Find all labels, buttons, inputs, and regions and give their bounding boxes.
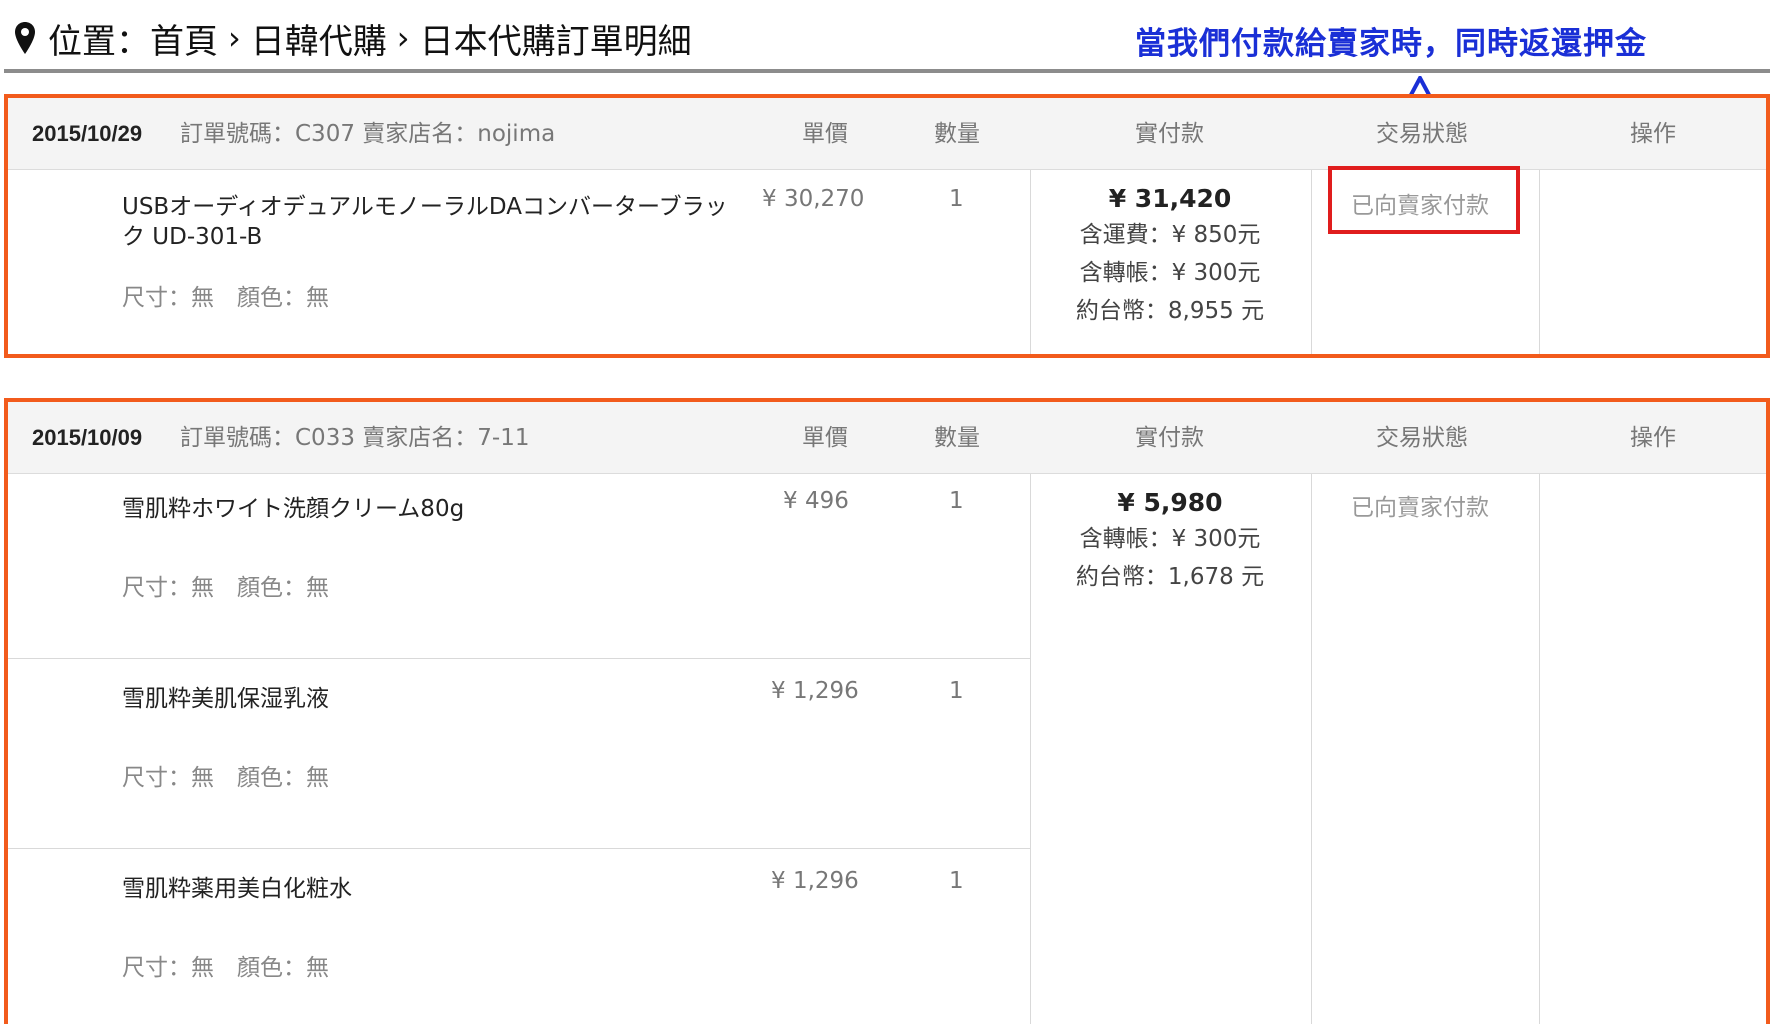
order-header: 2015/10/29 訂單號碼：C307 賣家店名：nojima 單價 數量 實…: [8, 98, 1766, 170]
product-spec: 尺寸：無 顏色：無: [122, 285, 329, 311]
quantity: 1: [949, 868, 964, 894]
payment-line: 含轉帳：¥ 300元: [1079, 526, 1261, 552]
order-meta: 訂單號碼：C033 賣家店名：7-11: [180, 425, 530, 451]
chevron-right-icon: ›: [396, 19, 410, 57]
order-date: 2015/10/29: [32, 121, 143, 146]
status-highlight-box: [1328, 166, 1520, 234]
column-divider: [1539, 474, 1540, 1024]
column-header-price: 單價: [802, 121, 848, 147]
quantity: 1: [949, 186, 964, 212]
row-divider: [8, 658, 1030, 659]
breadcrumb-location-label: 位置：: [48, 21, 150, 62]
order-card: 2015/10/09 訂單號碼：C033 賣家店名：7-11 單價 數量 實付款…: [4, 398, 1770, 1024]
column-header-qty: 數量: [934, 121, 980, 147]
product-spec: 尺寸：無 顏色：無: [122, 575, 329, 601]
product-spec: 尺寸：無 顏色：無: [122, 765, 329, 791]
column-header-price: 單價: [802, 425, 848, 451]
column-header-status: 交易狀態: [1376, 121, 1468, 147]
chevron-right-icon: ›: [228, 19, 241, 57]
unit-price: ¥ 496: [783, 488, 849, 514]
product-name[interactable]: 雪肌粋薬用美白化粧水: [122, 874, 742, 904]
quantity: 1: [949, 488, 964, 514]
product-spec: 尺寸：無 顏色：無: [122, 955, 329, 981]
payment-line: 含運費：¥ 850元: [1079, 222, 1261, 248]
column-header-status: 交易狀態: [1376, 425, 1468, 451]
order-status: 已向賣家付款: [1351, 495, 1489, 521]
unit-price: ¥ 1,296: [771, 868, 859, 894]
column-header-paid: 實付款: [1135, 121, 1204, 147]
breadcrumb-divider: [4, 69, 1770, 73]
column-divider: [1311, 474, 1312, 1024]
order-meta: 訂單號碼：C307 賣家店名：nojima: [180, 121, 556, 147]
product-name[interactable]: 雪肌粋美肌保湿乳液: [122, 684, 742, 714]
payment-summary: ¥ 5,980 含轉帳：¥ 300元 約台幣：1,678 元: [1030, 486, 1310, 596]
column-divider: [1539, 170, 1540, 354]
order-header: 2015/10/09 訂單號碼：C033 賣家店名：7-11 單價 數量 實付款…: [8, 402, 1766, 474]
unit-price: ¥ 1,296: [771, 678, 859, 704]
breadcrumb-current: 日本代購訂單明細: [419, 21, 692, 62]
breadcrumb-jk-purchase[interactable]: 日韓代購: [251, 14, 387, 63]
column-header-op: 操作: [1630, 425, 1676, 451]
payment-line: 約台幣：8,955 元: [1075, 298, 1265, 324]
order-date: 2015/10/09: [32, 425, 143, 450]
payment-summary: ¥ 31,420 含運費：¥ 850元 含轉帳：¥ 300元 約台幣：8,955…: [1030, 182, 1310, 330]
payment-total: ¥ 5,980: [1117, 488, 1223, 517]
column-header-qty: 數量: [934, 425, 980, 451]
column-header-op: 操作: [1630, 121, 1676, 147]
map-pin-icon: [15, 22, 35, 54]
quantity: 1: [949, 678, 964, 704]
breadcrumb-home[interactable]: 首頁: [150, 14, 218, 63]
unit-price: ¥ 30,270: [762, 186, 865, 212]
column-header-paid: 實付款: [1135, 425, 1204, 451]
payment-line: 含轉帳：¥ 300元: [1079, 260, 1261, 286]
product-name[interactable]: 雪肌粋ホワイト洗顔クリーム80g: [122, 494, 742, 524]
product-name[interactable]: USBオーディオデュアルモノーラルDAコンバーターブラック UD-301-B: [122, 192, 742, 252]
payment-line: 約台幣：1,678 元: [1075, 564, 1265, 590]
row-divider: [8, 848, 1030, 849]
payment-total: ¥ 31,420: [1108, 184, 1232, 213]
breadcrumb: 位置： 首頁 › 日韓代購 › 日本代購訂單明細: [14, 14, 692, 63]
column-divider: [1311, 170, 1312, 354]
annotation-note: 當我們付款給賣家時，同時返還押金: [1135, 26, 1647, 62]
